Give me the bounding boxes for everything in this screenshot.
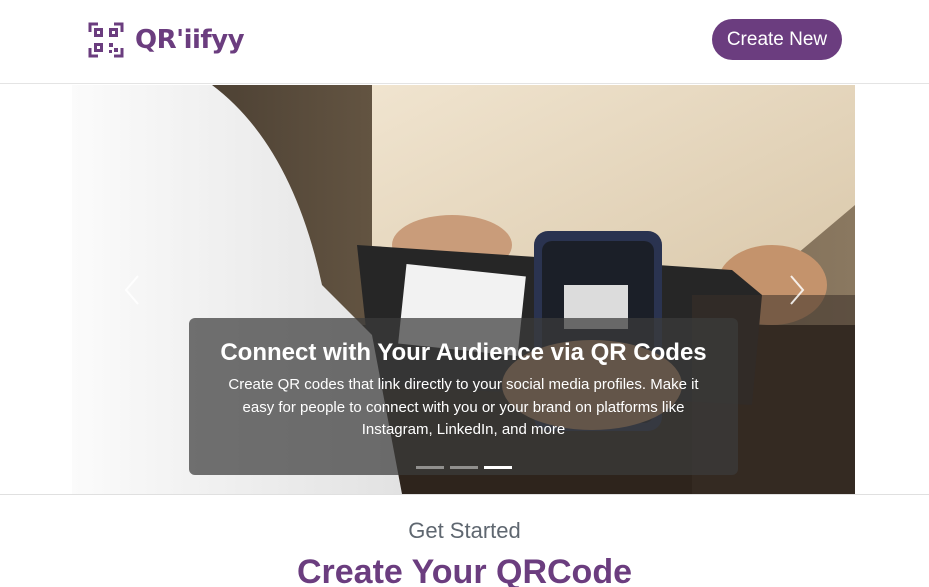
slide-title: Connect with Your Audience via QR Codes — [220, 339, 707, 366]
site-header: QR'iifyy Create New — [0, 0, 929, 84]
carousel-indicator-2[interactable] — [450, 466, 478, 469]
carousel-indicator-3[interactable] — [484, 466, 512, 469]
qr-code-icon — [88, 22, 124, 58]
carousel-next-button[interactable] — [781, 270, 811, 310]
section-subtitle: Get Started — [408, 518, 521, 543]
chevron-right-icon — [790, 275, 805, 305]
create-new-button[interactable]: Create New — [712, 19, 842, 60]
section-title: Create Your QRCode — [296, 553, 633, 587]
slide-description: Create QR codes that link directly to yo… — [228, 376, 699, 438]
carousel-caption: Connect with Your Audience via QR Codes … — [189, 318, 738, 475]
carousel-indicators — [416, 466, 512, 469]
brand-name: QR'iifyy — [135, 25, 245, 55]
brand-logo-link[interactable]: QR'iifyy — [88, 22, 245, 58]
carousel-prev-button[interactable] — [118, 270, 148, 310]
chevron-left-icon — [124, 275, 139, 305]
carousel-indicator-1[interactable] — [416, 466, 444, 469]
section-divider — [0, 494, 929, 495]
